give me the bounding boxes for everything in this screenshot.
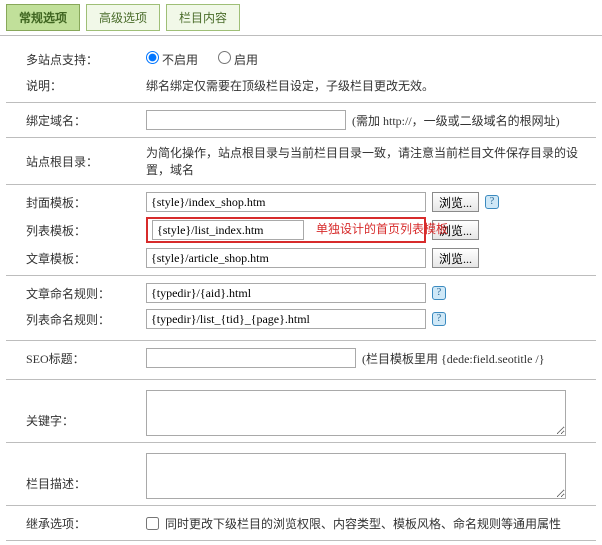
label-listrule: 列表命名规则： — [6, 311, 146, 328]
browse-article-button[interactable]: 浏览... — [432, 248, 479, 268]
desc-text: 绑名绑定仅需要在顶级栏目设定，子级栏目更改无效。 — [146, 74, 596, 96]
label-desc: 说明： — [6, 77, 146, 94]
browse-list-button[interactable]: 浏览... — [432, 220, 479, 240]
artrule-input[interactable] — [146, 283, 426, 303]
label-list: 列表模板： — [6, 222, 146, 239]
catdesc-input[interactable] — [146, 453, 566, 499]
label-root: 站点根目录： — [6, 153, 146, 170]
bind-domain-input[interactable] — [146, 110, 346, 130]
listrule-input[interactable] — [146, 309, 426, 329]
label-article: 文章模板： — [6, 250, 146, 267]
help-icon[interactable]: ? — [432, 312, 446, 326]
radio-disable[interactable]: 不启用 — [146, 51, 198, 68]
browse-cover-button[interactable]: 浏览... — [432, 192, 479, 212]
label-catdesc: 栏目描述： — [6, 453, 146, 492]
article-input[interactable] — [146, 248, 426, 268]
seo-hint: (栏目模板里用 {dede:field.seotitle /} — [362, 350, 545, 367]
list-note: 单独设计的首页列表模板 — [316, 220, 448, 237]
keywords-input[interactable] — [146, 390, 566, 436]
label-seotitle: SEO标题： — [6, 350, 146, 367]
tab-advanced[interactable]: 高级选项 — [86, 4, 160, 31]
inherit-text: 同时更改下级栏目的浏览权限、内容类型、模板风格、命名规则等通用属性 — [165, 515, 561, 532]
help-icon[interactable]: ? — [485, 195, 499, 209]
root-hint: 为简化操作，站点根目录与当前栏目目录一致，请注意当前栏目文件保存目录的设置，域名 — [146, 144, 596, 178]
label-cover: 封面模板： — [6, 194, 146, 211]
list-input[interactable] — [152, 220, 304, 240]
tab-content[interactable]: 栏目内容 — [166, 4, 240, 31]
label-artrule: 文章命名规则： — [6, 285, 146, 302]
radio-enable[interactable]: 启用 — [218, 51, 258, 68]
label-inherit: 继承选项： — [6, 515, 146, 532]
label-multisite: 多站点支持： — [6, 51, 146, 68]
label-bind: 绑定域名： — [6, 112, 146, 129]
cover-input[interactable] — [146, 192, 426, 212]
seotitle-input[interactable] — [146, 348, 356, 368]
bind-hint: (需加 http://，一级或二级域名的根网址) — [352, 112, 560, 129]
help-icon[interactable]: ? — [432, 286, 446, 300]
inherit-checkbox[interactable] — [146, 517, 159, 530]
highlighted-list-template: 单独设计的首页列表模板 — [146, 217, 426, 243]
label-keywords: 关键字： — [6, 390, 146, 429]
tab-general[interactable]: 常规选项 — [6, 4, 80, 31]
